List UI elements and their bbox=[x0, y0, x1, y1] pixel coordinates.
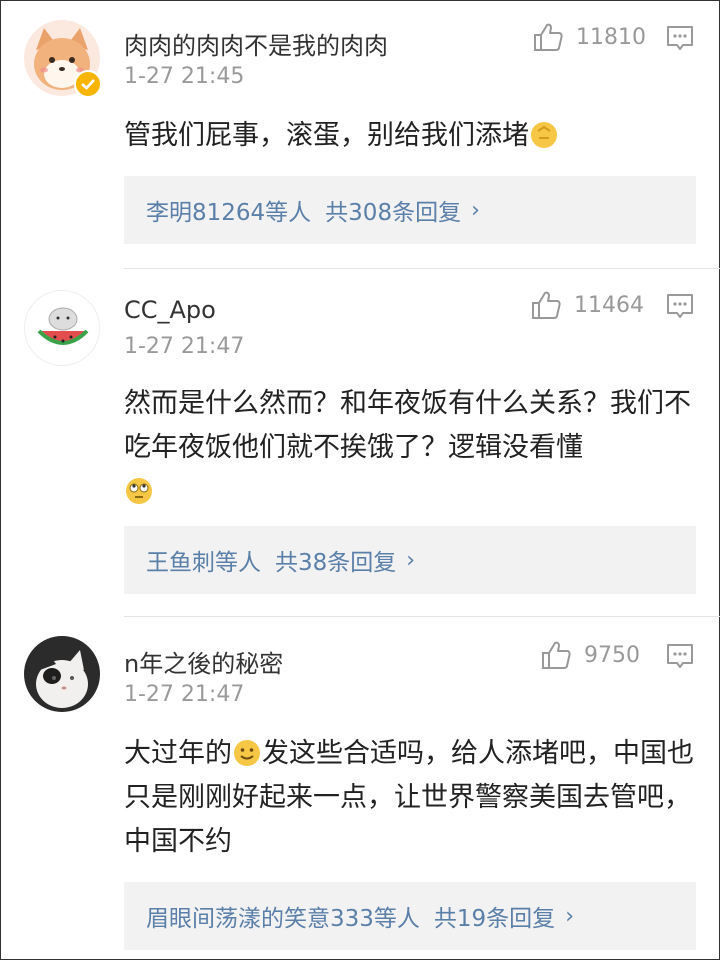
view-replies-button[interactable]: 眉眼间荡漾的笑意333等人 共19条回复 › bbox=[124, 882, 696, 950]
eye-roll-emoji-icon bbox=[126, 478, 152, 504]
like-count: 11464 bbox=[574, 292, 644, 318]
reply-count: 共38条回复 bbox=[275, 550, 397, 576]
comment-text-content: 管我们屁事，滚蛋，别给我们添堵 bbox=[124, 120, 529, 151]
comment-text: 管我们屁事，滚蛋，别给我们添堵 bbox=[124, 114, 704, 158]
like-button[interactable]: 11810 bbox=[532, 22, 646, 52]
reply-count: 共308条回复 bbox=[325, 200, 462, 226]
like-button[interactable]: 11464 bbox=[530, 290, 644, 320]
comment-reply-icon[interactable] bbox=[666, 292, 694, 320]
comment-text: 然而是什么然而？和年夜饭有什么关系？我们不吃年夜饭他们就不挨饿了？逻辑没看懂 bbox=[124, 382, 704, 514]
like-count: 9750 bbox=[584, 642, 640, 668]
reply-users: 眉眼间荡漾的笑意333等人 bbox=[146, 906, 420, 932]
comment-text-content: 然而是什么然而？和年夜饭有什么关系？我们不吃年夜饭他们就不挨饿了？逻辑没看懂 bbox=[124, 388, 691, 463]
reply-count: 共19条回复 bbox=[433, 906, 556, 932]
username[interactable]: CC_Apo bbox=[124, 296, 216, 324]
username[interactable]: 肉肉的肉肉不是我的肉肉 bbox=[124, 26, 388, 61]
comment-text: 大过年的 发这些合适吗，给人添堵吧，中国也只是刚刚好起来一点，让世界警察美国去管吧… bbox=[124, 732, 704, 864]
timestamp: 1-27 21:45 bbox=[124, 64, 245, 89]
view-replies-button[interactable]: 李明81264等人 共308条回复 › bbox=[124, 176, 696, 244]
reply-users: 王鱼刺等人 bbox=[146, 550, 261, 576]
divider bbox=[124, 268, 720, 269]
thumbs-up-icon bbox=[534, 23, 563, 51]
timestamp: 1-27 21:47 bbox=[124, 682, 245, 707]
timestamp: 1-27 21:47 bbox=[124, 334, 245, 359]
comment-reply-icon[interactable] bbox=[666, 642, 694, 670]
clapping-emoji-icon bbox=[531, 122, 557, 148]
like-button[interactable]: 9750 bbox=[540, 640, 640, 670]
smile-emoji-icon bbox=[234, 740, 260, 766]
chevron-right-icon: › bbox=[471, 197, 480, 223]
divider bbox=[124, 616, 720, 617]
like-count: 11810 bbox=[576, 24, 646, 50]
thumbs-up-icon bbox=[532, 291, 561, 319]
thumbs-up-icon bbox=[542, 641, 571, 669]
view-replies-button[interactable]: 王鱼刺等人 共38条回复 › bbox=[124, 526, 696, 594]
username[interactable]: n年之後的秘密 bbox=[124, 644, 283, 679]
comment-text-content: 大过年的 bbox=[124, 738, 232, 769]
avatar[interactable] bbox=[24, 290, 100, 366]
avatar[interactable] bbox=[24, 636, 100, 712]
chevron-right-icon: › bbox=[406, 547, 416, 573]
reply-users: 李明81264等人 bbox=[146, 200, 312, 226]
comment-reply-icon[interactable] bbox=[666, 24, 694, 52]
verified-badge-icon bbox=[74, 70, 102, 98]
chevron-right-icon: › bbox=[565, 903, 574, 929]
